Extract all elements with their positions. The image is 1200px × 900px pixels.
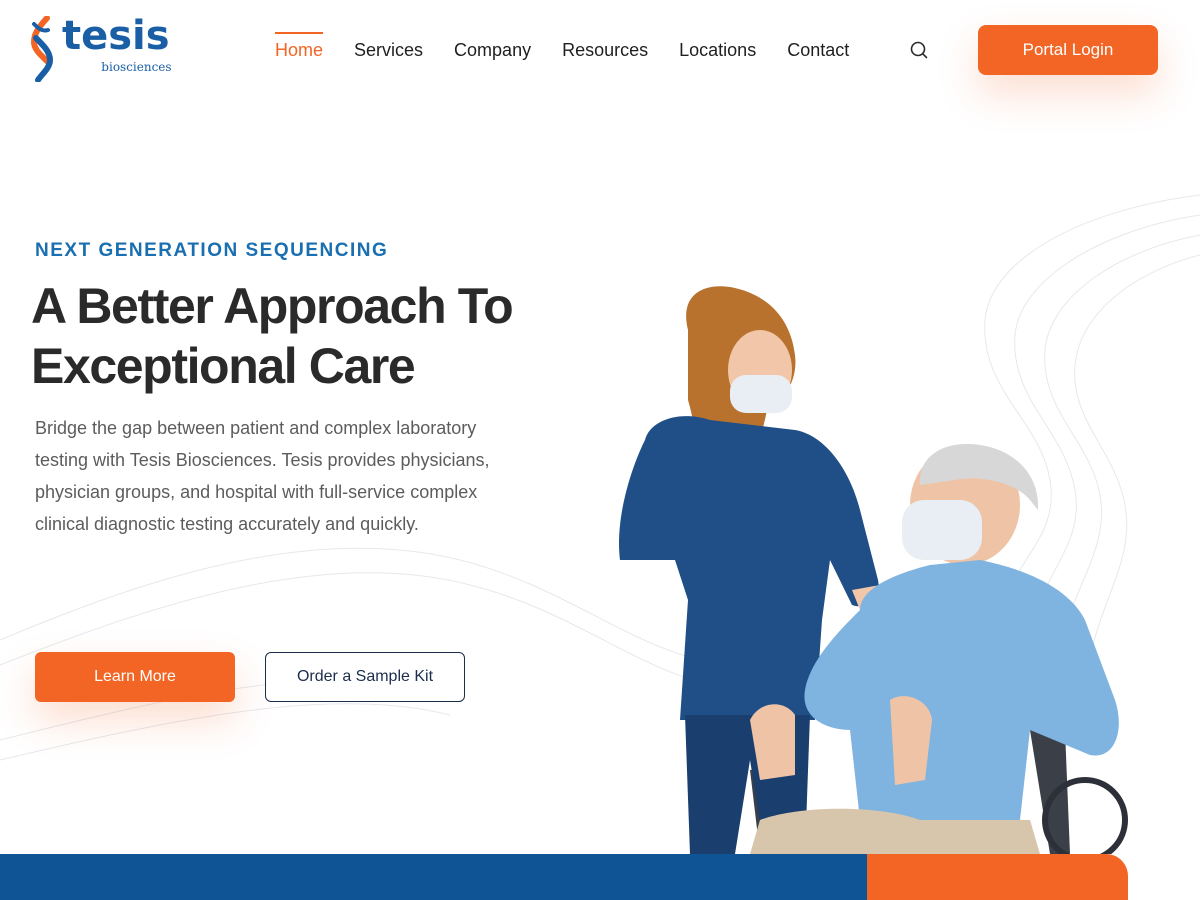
nav-item-home[interactable]: Home bbox=[275, 30, 324, 61]
hero-title-line-2: Exceptional Care bbox=[31, 338, 416, 394]
search-button[interactable] bbox=[908, 39, 930, 61]
brand-logo[interactable]: tesis biosciences bbox=[28, 16, 178, 82]
portal-login-button[interactable]: Portal Login bbox=[978, 25, 1158, 75]
brand-subname: biosciences bbox=[101, 60, 172, 74]
brand-name: tesis bbox=[62, 13, 170, 59]
order-sample-kit-button[interactable]: Order a Sample Kit bbox=[265, 652, 465, 702]
bottom-orange-tab bbox=[867, 854, 1128, 900]
nav-item-services[interactable]: Services bbox=[354, 30, 423, 61]
nav-item-contact[interactable]: Contact bbox=[787, 30, 849, 61]
nav-item-resources[interactable]: Resources bbox=[562, 30, 648, 61]
learn-more-button[interactable]: Learn More bbox=[35, 652, 235, 702]
nav-item-company[interactable]: Company bbox=[454, 30, 531, 61]
hero-description: Bridge the gap between patient and compl… bbox=[35, 418, 490, 534]
hero-title-line-1: A Better Approach To bbox=[31, 278, 514, 334]
nav-item-locations[interactable]: Locations bbox=[679, 30, 756, 61]
search-icon bbox=[910, 41, 928, 59]
bottom-blue-band bbox=[0, 854, 868, 900]
hero-title: A Better Approach To Exceptional Care bbox=[31, 276, 591, 396]
dna-helix-logo-icon bbox=[30, 16, 54, 82]
hero-photo-nurse-and-patient bbox=[619, 286, 1128, 854]
main-navigation: Home Services Company Resources Location… bbox=[275, 30, 880, 61]
brand-wordmark: tesis biosciences bbox=[62, 13, 172, 74]
hero-eyebrow: NEXT GENERATION SEQUENCING bbox=[35, 240, 389, 261]
site-header: tesis biosciences Home Services Company … bbox=[0, 0, 1200, 100]
